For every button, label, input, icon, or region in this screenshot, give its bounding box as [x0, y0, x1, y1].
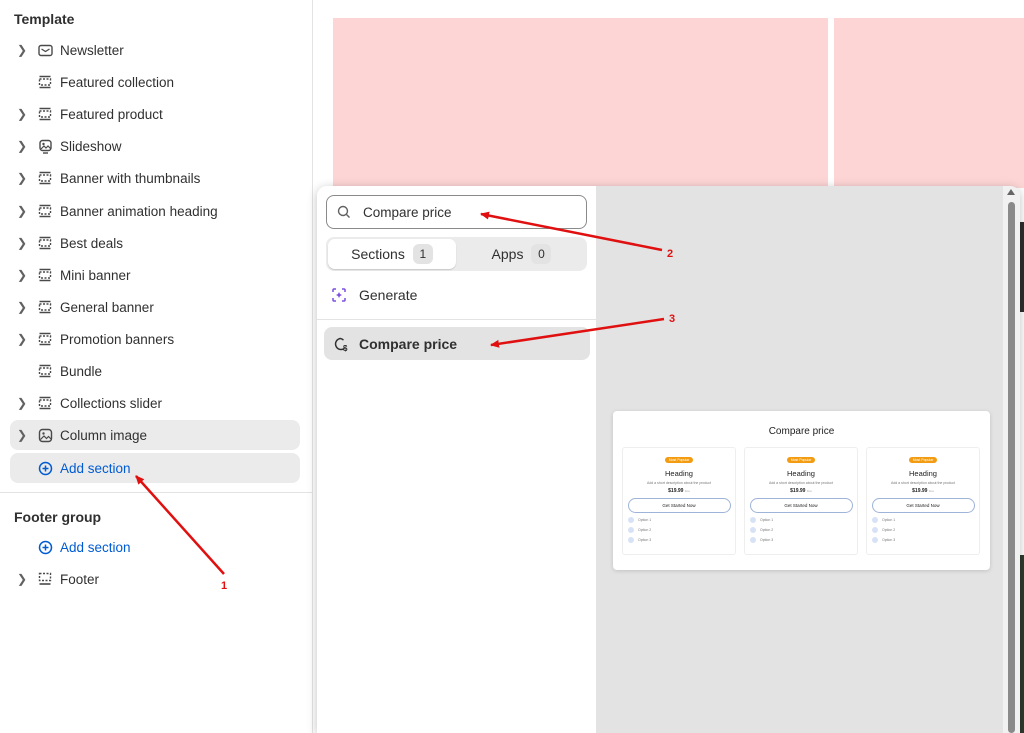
annotation-arrows: [135, 211, 665, 575]
annotation-arrow-3: [490, 317, 665, 348]
annotation-label-3: 3: [669, 313, 676, 325]
annotation-label-1: 1: [221, 580, 228, 592]
annotation-label-2: 2: [667, 248, 674, 260]
annotation-arrow-1: [135, 475, 225, 575]
annotation-arrow-2: [480, 211, 663, 252]
